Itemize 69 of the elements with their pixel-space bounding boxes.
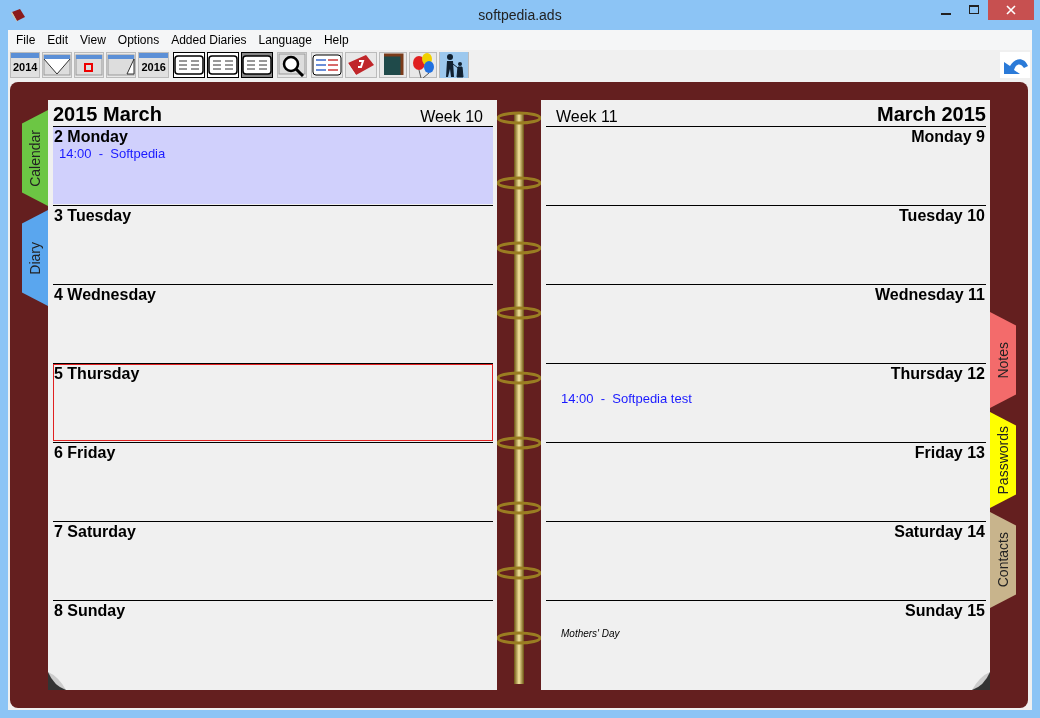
menu-item[interactable]: View (74, 33, 112, 47)
day-heading: Wednesday 11 (875, 286, 985, 304)
page-layout-button[interactable] (206, 52, 239, 78)
page-title: March 2015 (877, 103, 986, 126)
menu-item[interactable]: Language (252, 33, 318, 47)
today-button[interactable] (74, 52, 105, 78)
day-heading: Sunday 15 (904, 602, 985, 620)
day-heading: 3 Tuesday (54, 207, 132, 225)
day-heading: Saturday 14 (894, 523, 985, 541)
day-heading: 4 Wednesday (54, 286, 156, 304)
menu-item[interactable]: File (10, 33, 42, 47)
day-area[interactable]: Monday 9 (546, 127, 986, 204)
day-area[interactable]: Thursday 12 14:00 - Softpedia test (546, 364, 986, 441)
today-frame[interactable]: 5 Thursday (53, 364, 493, 441)
list-view-button[interactable] (310, 52, 343, 78)
day-heading: Friday 13 (914, 444, 985, 462)
book-icon (10, 8, 26, 22)
previous-month-button[interactable] (42, 52, 73, 78)
maximize-icon (969, 5, 979, 15)
minimize-icon (941, 13, 951, 15)
family-silhouette-button[interactable] (438, 52, 469, 78)
next-month-button[interactable] (106, 52, 137, 78)
appointment-entry[interactable]: 14:00 - Softpedia (59, 146, 166, 161)
day-area[interactable]: Friday 13 (546, 443, 986, 520)
balloons-button[interactable] (408, 52, 437, 78)
undo-button[interactable] (1000, 52, 1030, 78)
year-button[interactable]: 2014 (10, 52, 41, 78)
day-heading: Thursday 12 (890, 365, 985, 383)
menu-item[interactable]: Options (111, 33, 166, 47)
close-icon (1006, 5, 1016, 15)
day-heading: 5 Thursday (54, 365, 140, 383)
window-title: softpedia.ads (478, 7, 562, 23)
appointment-entry[interactable]: 14:00 - Softpedia test (561, 391, 692, 406)
selected-day-area[interactable]: 2 Monday 14:00 - Softpedia (53, 127, 493, 204)
menu-item[interactable]: Added Diaries (165, 33, 253, 47)
page-layout-button[interactable] (240, 52, 273, 78)
section-tab[interactable]: Notes (990, 312, 1016, 408)
day-area[interactable]: 4 Wednesday (53, 285, 493, 362)
menu-item[interactable]: Help (317, 33, 355, 47)
page-curl-icon (972, 672, 990, 690)
day-area[interactable]: Sunday 15 Mothers' Day (546, 601, 986, 678)
day-heading: Tuesday 10 (899, 207, 985, 225)
day-area[interactable]: Saturday 14 (546, 522, 986, 599)
day-area[interactable]: 7 Saturday (53, 522, 493, 599)
book-button[interactable] (344, 52, 377, 78)
day-heading: 2 Monday (54, 128, 128, 146)
day-heading: Monday 9 (911, 128, 985, 146)
page-layout-button[interactable] (172, 52, 205, 78)
day-area[interactable]: Wednesday 11 (546, 285, 986, 362)
day-area[interactable]: Tuesday 10 (546, 206, 986, 283)
day-area[interactable]: 3 Tuesday (53, 206, 493, 283)
day-heading: 8 Sunday (54, 602, 126, 620)
holiday-note: Mothers' Day (561, 628, 620, 639)
section-tab[interactable]: Passwords (990, 412, 1016, 508)
section-tab[interactable]: Contacts (990, 512, 1016, 608)
search-button[interactable] (276, 52, 307, 78)
menu-item[interactable]: Edit (41, 33, 75, 47)
day-area[interactable]: 6 Friday (53, 443, 493, 520)
page-curl-icon (48, 672, 66, 690)
week-number: Week 11 (555, 108, 619, 126)
cover-texture-button[interactable] (378, 52, 407, 78)
page-title: 2015 March (53, 103, 162, 126)
section-tab[interactable]: Diary (22, 210, 48, 306)
section-tab[interactable]: Calendar (22, 110, 48, 206)
year-button[interactable]: 2016 (138, 52, 169, 78)
day-heading: 7 Saturday (54, 523, 136, 541)
week-number: Week 10 (419, 108, 484, 126)
day-area[interactable]: 8 Sunday (53, 601, 493, 678)
day-heading: 6 Friday (54, 444, 116, 462)
